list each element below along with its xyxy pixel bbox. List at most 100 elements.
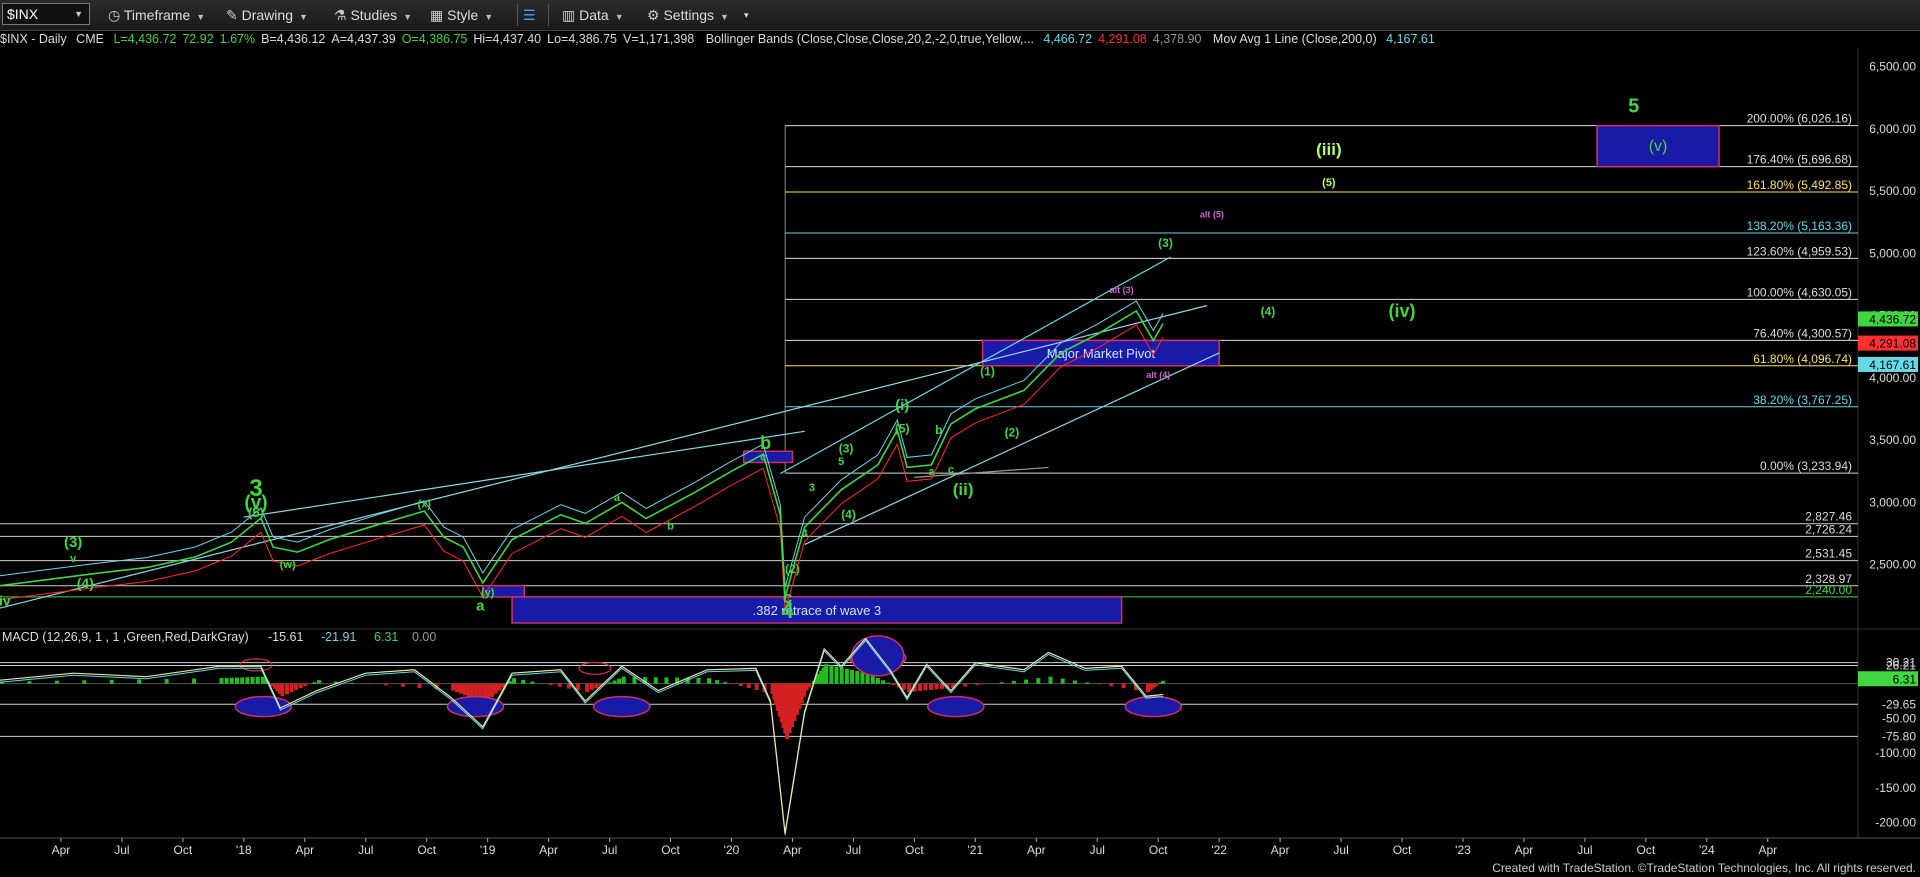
macd-histogram-bar bbox=[844, 668, 849, 684]
wave-label: v bbox=[70, 553, 77, 565]
macd-histogram-bar bbox=[855, 670, 860, 684]
price-axis-tick: 2,500.00 bbox=[1869, 558, 1916, 572]
macd-histogram-bar bbox=[839, 667, 844, 684]
annotation-box-label: .382 retrace of wave 3 bbox=[753, 603, 882, 618]
macd-value: -21.91 bbox=[321, 630, 356, 644]
flask-icon: ⚗ bbox=[334, 7, 347, 23]
quote-value: A=4,437.39 bbox=[331, 32, 396, 46]
macd-oval-highlight bbox=[1124, 695, 1183, 718]
macd-value: -15.61 bbox=[268, 630, 303, 644]
macd-axis-tick: -200.00 bbox=[1875, 816, 1916, 830]
studies-menu[interactable]: ⚗ Studies ▼ bbox=[334, 5, 412, 25]
fib-level-label: 138.20% (5,163.36) bbox=[1747, 219, 1852, 233]
wave-label: (3) bbox=[1158, 236, 1173, 250]
macd-histogram-bar bbox=[860, 672, 865, 684]
quote-value: V=1,171,398 bbox=[623, 32, 695, 46]
macd-histogram-bar bbox=[512, 678, 517, 684]
macd-level-label: -29.65 bbox=[1882, 697, 1916, 711]
macd-histogram-bar bbox=[612, 680, 617, 684]
studies-label: Studies bbox=[350, 7, 398, 23]
symbol-selector[interactable]: $INX ▼ bbox=[2, 3, 90, 25]
wave-label: (5) bbox=[1322, 177, 1336, 189]
wave-label: (ii) bbox=[953, 480, 974, 499]
annotation-box-label: Major Market Pivot bbox=[1047, 346, 1156, 361]
symbol-dropdown-chevron-icon[interactable]: ▼ bbox=[74, 4, 83, 24]
wave-label: (w) bbox=[280, 559, 296, 571]
quote-value: Lo=4,386.75 bbox=[547, 32, 618, 46]
macd-histogram-bar bbox=[280, 683, 285, 697]
drawing-menu[interactable]: ✎ Drawing ▼ bbox=[226, 5, 308, 25]
macd-histogram-bar bbox=[462, 683, 467, 696]
date-axis-tick: '20 bbox=[724, 843, 740, 857]
moving-average-value: 4,167.61 bbox=[1386, 32, 1435, 46]
date-axis-tick: Apr bbox=[1758, 843, 1777, 857]
quote-value: L=4,436.72 bbox=[113, 32, 177, 46]
macd-histogram-bar bbox=[234, 677, 239, 684]
date-axis-tick: Oct bbox=[174, 843, 193, 857]
macd-histogram-bar bbox=[490, 683, 495, 697]
layout-icon[interactable]: ☰ bbox=[523, 5, 536, 25]
wave-label: a bbox=[928, 466, 935, 478]
wave-label: (4) bbox=[841, 507, 856, 521]
date-axis-tick: Jul bbox=[1333, 843, 1348, 857]
macd-histogram-bar bbox=[312, 682, 317, 684]
wave-label: 4 bbox=[802, 528, 809, 540]
bar-chart-icon: ▥ bbox=[562, 7, 576, 23]
macd-histogram-bar bbox=[219, 678, 224, 684]
date-axis-tick: Oct bbox=[417, 843, 436, 857]
macd-oval-highlight bbox=[927, 695, 985, 718]
price-axis-tick: 3,500.00 bbox=[1869, 433, 1916, 447]
data-menu[interactable]: ▥ Data ▼ bbox=[562, 5, 624, 25]
macd-level-label: -75.80 bbox=[1882, 729, 1916, 743]
macd-histogram-bar bbox=[350, 682, 355, 684]
wave-label: alt (3) bbox=[1110, 285, 1134, 295]
macd-histogram-bar bbox=[455, 683, 460, 693]
toolbar: $INX ▼ ◷ Timeframe ▼ ✎ Drawing ▼ ⚗ Studies… bbox=[0, 0, 1920, 31]
macd-histogram-bar bbox=[1011, 680, 1016, 684]
macd-histogram-bar bbox=[850, 669, 855, 684]
macd-histogram-bar bbox=[466, 683, 471, 697]
date-axis-tick: Apr bbox=[1515, 843, 1534, 857]
style-menu[interactable]: ▦ Style ▼ bbox=[430, 5, 493, 25]
date-axis-tick: Oct bbox=[661, 843, 680, 857]
macd-histogram-bar bbox=[497, 683, 502, 691]
macd-signal-line bbox=[0, 639, 1164, 836]
date-axis-tick: Oct bbox=[1637, 843, 1656, 857]
date-axis-tick: Apr bbox=[783, 843, 802, 857]
macd-histogram-bar bbox=[963, 683, 968, 687]
macd-histogram-bar bbox=[1060, 678, 1065, 684]
date-axis-tick: Jul bbox=[1090, 843, 1105, 857]
settings-label: Settings bbox=[663, 7, 715, 23]
macd-histogram-bar bbox=[891, 683, 896, 685]
macd-histogram-bar bbox=[294, 683, 299, 691]
macd-histogram-bar bbox=[617, 678, 622, 684]
toolbar-overflow-icon[interactable]: ▾ bbox=[744, 5, 749, 25]
wave-label: (4) bbox=[1261, 305, 1276, 319]
settings-menu[interactable]: ⚙ Settings ▼ bbox=[647, 5, 729, 25]
macd-histogram-bar bbox=[875, 677, 880, 684]
bollinger-value: 4,466.72 bbox=[1043, 32, 1093, 46]
macd-histogram-bar bbox=[298, 683, 303, 689]
macd-histogram-bar bbox=[585, 683, 590, 693]
macd-histogram-bar bbox=[1036, 678, 1041, 684]
wave-label: (iv) bbox=[1389, 301, 1416, 321]
macd-histogram-bar bbox=[881, 680, 886, 684]
macd-histogram-bar bbox=[27, 681, 32, 684]
macd-histogram-bar bbox=[1072, 680, 1077, 684]
support-level-label: 2,531.45 bbox=[1805, 547, 1852, 561]
macd-line bbox=[0, 637, 1164, 834]
macd-histogram-bar bbox=[886, 682, 891, 684]
macd-histogram-bar bbox=[834, 666, 839, 684]
date-axis-tick: Jul bbox=[846, 843, 861, 857]
drawing-label: Drawing bbox=[241, 7, 293, 23]
macd-histogram-bar bbox=[754, 683, 759, 691]
price-axis-tick: 5,000.00 bbox=[1869, 246, 1916, 260]
macd-histogram-bar bbox=[1109, 683, 1114, 687]
price-chart[interactable]: 2,827.462,726.242,531.452,328.972,240.00… bbox=[0, 48, 1920, 868]
wave-label: (x) bbox=[418, 498, 432, 510]
macd-value: 6.31 bbox=[374, 630, 398, 644]
timeframe-menu[interactable]: ◷ Timeframe ▼ bbox=[108, 5, 205, 25]
macd-histogram-bar bbox=[289, 683, 294, 693]
macd-histogram-bar bbox=[109, 679, 114, 684]
date-axis-tick: Apr bbox=[52, 843, 71, 857]
